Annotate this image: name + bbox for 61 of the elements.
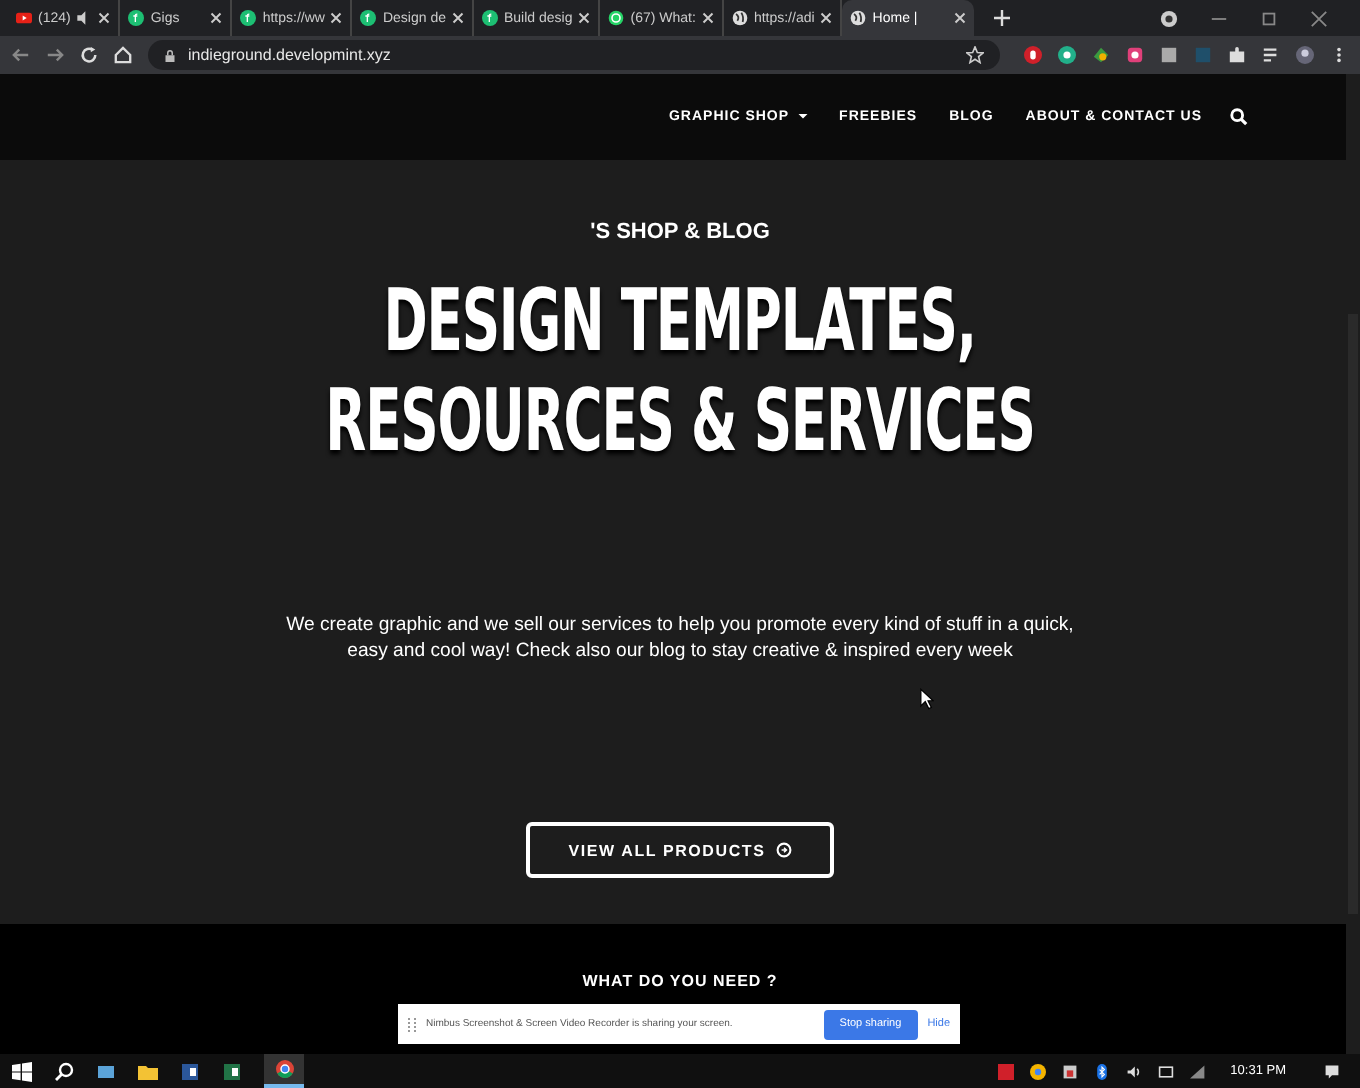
url-text: indieground.developmint.xyz (188, 46, 391, 64)
video-icon (16, 10, 32, 26)
globe-icon (731, 10, 748, 26)
headline: DESIGN TEMPLATES, (383, 272, 977, 372)
windows-start-icon[interactable] (12, 1061, 32, 1081)
extension-icon[interactable] (1092, 46, 1110, 64)
wifi-icon[interactable] (1190, 1063, 1207, 1079)
close-icon[interactable] (820, 12, 833, 24)
playlist-icon[interactable] (1262, 46, 1280, 64)
arrow-circle-icon (775, 842, 792, 858)
headline: RESOURCES & SERVICES (325, 372, 1035, 472)
section-kicker: WHAT DO YOU NEED ? (582, 972, 778, 990)
chrome-taskbar-button[interactable] (264, 1054, 304, 1088)
home-icon[interactable] (114, 46, 132, 64)
address-field[interactable]: indieground.developmint.xyz (148, 40, 1000, 70)
section-kicker: 'S SHOP & BLOG (590, 220, 770, 244)
excel-icon[interactable] (222, 1061, 242, 1081)
chat-icon (608, 10, 625, 26)
close-icon[interactable] (954, 12, 967, 24)
task-view-icon[interactable] (96, 1061, 116, 1081)
word-icon[interactable] (180, 1061, 200, 1081)
record-icon[interactable] (1160, 9, 1178, 27)
drag-handle-icon[interactable] (408, 1017, 416, 1031)
network-icon[interactable] (1158, 1063, 1175, 1079)
cursor-icon (920, 688, 934, 710)
extension-icon[interactable] (1126, 46, 1144, 64)
chrome-icon (275, 1060, 293, 1078)
close-icon[interactable] (98, 12, 111, 24)
search-icon[interactable] (1230, 108, 1248, 126)
close-icon[interactable] (330, 12, 343, 24)
back-icon[interactable] (12, 46, 30, 64)
view-products-button[interactable]: VIEW ALL PRODUCTS (526, 822, 834, 878)
close-icon[interactable] (578, 12, 591, 24)
fiverr-icon (360, 10, 377, 26)
close-icon[interactable] (1310, 9, 1328, 27)
fiverr-icon (128, 10, 145, 26)
chrome-icon[interactable] (1030, 1063, 1047, 1079)
restore-icon[interactable] (1260, 9, 1278, 27)
fiverr-icon (240, 10, 257, 26)
reload-icon[interactable] (80, 46, 98, 64)
close-icon[interactable] (701, 12, 714, 24)
search-icon[interactable] (54, 1061, 74, 1081)
close-icon[interactable] (210, 12, 223, 24)
lock-icon (164, 49, 176, 61)
extension-icon[interactable] (1024, 46, 1042, 64)
close-icon[interactable] (452, 12, 464, 24)
forward-icon[interactable] (46, 46, 64, 64)
new-tab-icon[interactable] (994, 10, 1011, 26)
avatar-icon[interactable] (1296, 46, 1314, 64)
puzzle-icon[interactable] (1228, 46, 1246, 64)
notification-icon[interactable] (1324, 1063, 1340, 1079)
app-tray-icon[interactable] (1062, 1063, 1079, 1079)
globe-icon (850, 10, 867, 26)
hero-description: We create graphic and we sell our services to help you promote every kind of stuff in a quick, easy and cool way! Check also our blog to stay creative & inspired every week (284, 612, 1076, 664)
bluetooth-icon[interactable] (1094, 1063, 1111, 1079)
star-icon[interactable] (966, 46, 984, 64)
volume-icon[interactable] (1126, 1063, 1143, 1079)
scrollbar[interactable] (1346, 74, 1360, 1054)
folder-icon[interactable] (138, 1061, 158, 1081)
extension-icon[interactable] (1058, 46, 1076, 64)
fiverr-icon (482, 10, 498, 26)
